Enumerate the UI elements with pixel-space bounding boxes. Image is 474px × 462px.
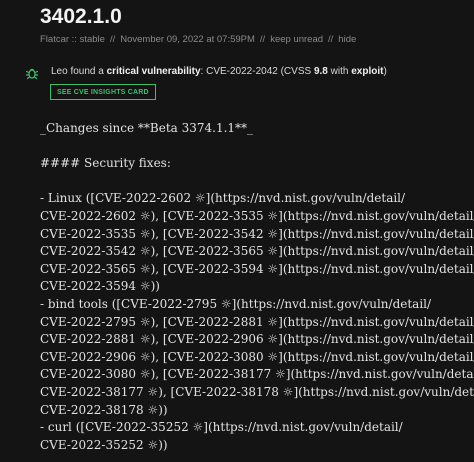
keep-unread-link[interactable]: keep unread xyxy=(270,34,323,45)
notes-line: CVE-2022-38177 ☼), [CVE-2022-38178 ☼](ht… xyxy=(40,384,474,399)
notes-line: CVE-2022-2881 ☼), [CVE-2022-2906 ☼](http… xyxy=(40,332,474,347)
release-date: November 09, 2022 at 07:59PM xyxy=(120,34,255,45)
meta-separator: // xyxy=(328,34,334,45)
notes-line: CVE-2022-35252 ☼)) xyxy=(40,437,168,452)
notes-line: - bind tools ([CVE-2022-2795 ☼](https://… xyxy=(40,296,432,311)
alert-severity: critical vulnerability xyxy=(106,66,201,77)
notes-line: CVE-2022-3594 ☼)) xyxy=(40,279,160,294)
meta-separator: // xyxy=(259,34,266,45)
alert-exploit: exploit xyxy=(351,66,384,77)
notes-line: CVE-2022-38178 ☼)) xyxy=(40,402,168,417)
release-channel: Flatcar :: stable xyxy=(40,34,105,45)
alert-cve: : CVE-2022-2042 (CVSS xyxy=(200,66,312,77)
notes-blank-line xyxy=(40,173,470,191)
notes-line: CVE-2022-2906 ☼), [CVE-2022-3080 ☼](http… xyxy=(40,349,474,364)
release-meta: Flatcar :: stable // November 09, 2022 at … xyxy=(40,34,356,45)
notes-line: CVE-2022-3080 ☼), [CVE-2022-38177 ☼](htt… xyxy=(40,367,474,382)
bug-icon xyxy=(25,68,39,80)
notes-line: - curl ([CVE-2022-35252 ☼](https://nvd.n… xyxy=(40,420,403,435)
hide-link[interactable]: hide xyxy=(338,34,356,45)
notes-line: CVE-2022-2795 ☼), [CVE-2022-2881 ☼](http… xyxy=(40,314,474,329)
notes-line: CVE-2022-3535 ☼), [CVE-2022-3542 ☼](http… xyxy=(40,226,474,241)
see-cve-insights-button[interactable]: SEE CVE INSIGHTS CARD xyxy=(50,84,156,100)
vulnerability-alert: Leo found a critical vulnerability: CVE-… xyxy=(22,60,452,110)
release-title: 3402.1.0 xyxy=(40,5,122,28)
alert-close-paren: ) xyxy=(383,66,387,77)
notes-line: CVE-2022-2602 ☼), [CVE-2022-3535 ☼](http… xyxy=(40,208,474,223)
notes-blank-line xyxy=(40,138,470,156)
notes-line: #### Security fixes: xyxy=(40,156,171,171)
alert-score: 9.8 xyxy=(313,66,328,77)
notes-line: _Changes since **Beta 3374.1.1**_ xyxy=(40,121,254,135)
notes-line: CVE-2022-3542 ☼), [CVE-2022-3565 ☼](http… xyxy=(40,244,474,259)
alert-prefix: Leo found a xyxy=(51,66,104,77)
notes-line: - Linux ([CVE-2022-2602 ☼](https://nvd.n… xyxy=(40,191,406,206)
alert-with: with xyxy=(330,66,349,77)
notes-line: CVE-2022-3565 ☼), [CVE-2022-3594 ☼](http… xyxy=(40,261,474,276)
meta-separator: // xyxy=(109,34,116,45)
release-notes: _Changes since **Beta 3374.1.1**_ #### Se… xyxy=(40,120,474,454)
alert-message: Leo found a critical vulnerability: CVE-… xyxy=(51,66,387,77)
